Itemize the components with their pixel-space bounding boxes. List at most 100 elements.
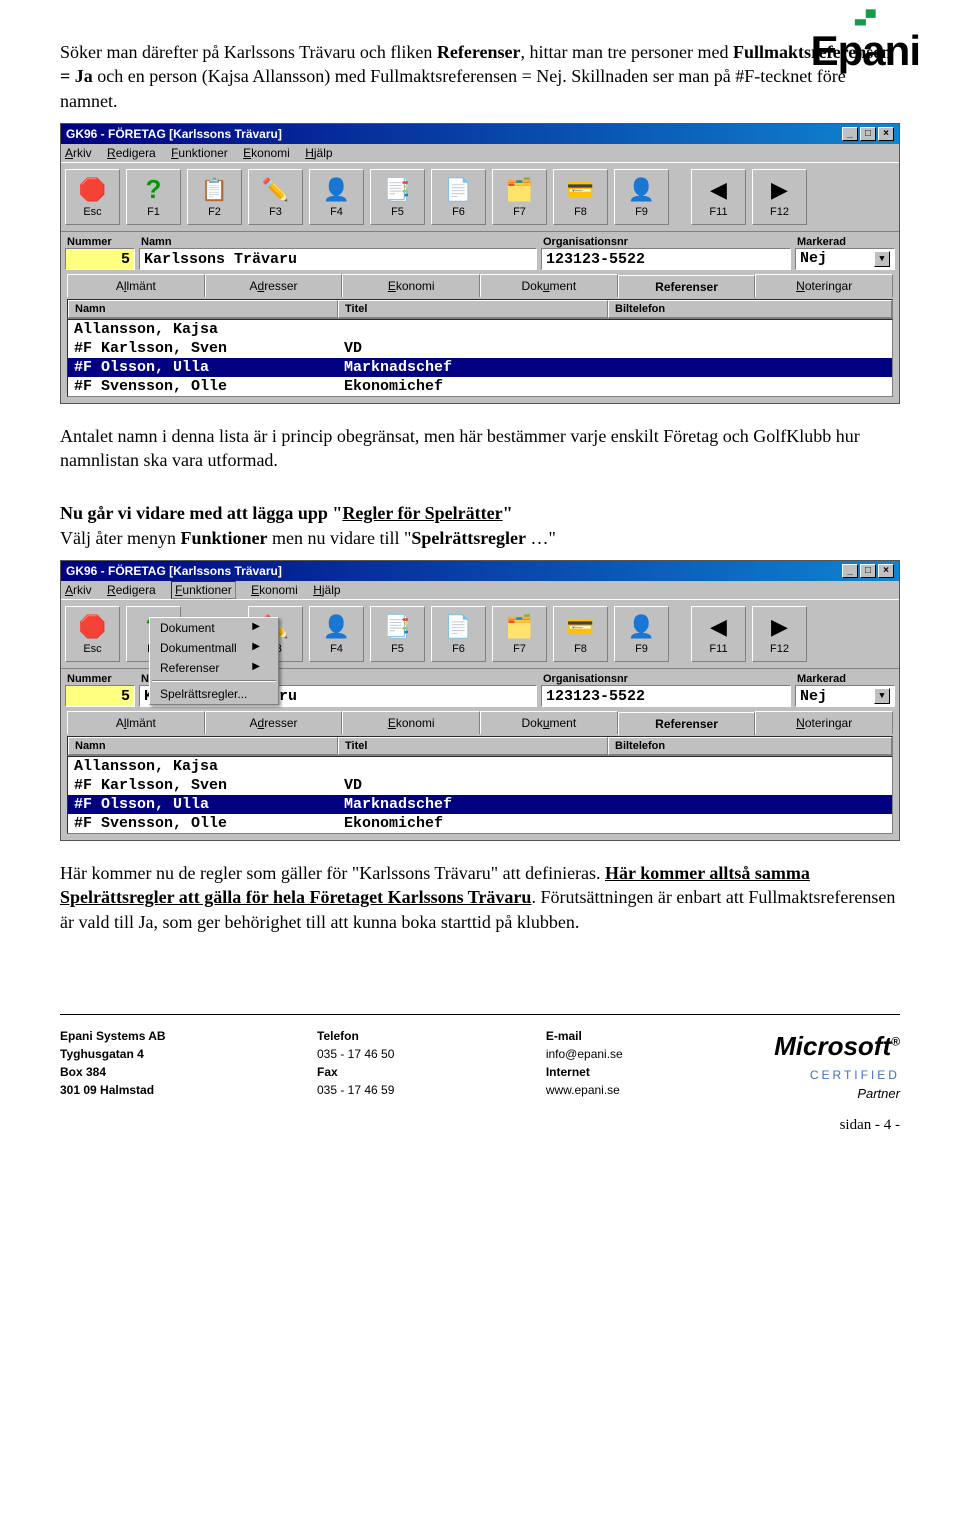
org-input[interactable]: 123123-5522 <box>541 685 791 707</box>
nummer-input[interactable]: 5 <box>65 685 135 707</box>
app-window-1: GK96 - FÖRETAG [Karlssons Trävaru] _ □ ×… <box>60 123 900 404</box>
tabs: Allmänt Adresser Ekonomi Dokument Refere… <box>61 711 899 734</box>
logo-mark: ▃▀ <box>811 10 920 27</box>
tbtn-f5[interactable]: 📑F5 <box>370 169 425 225</box>
menu-hjalp[interactable]: Hjälp <box>313 583 340 597</box>
table-row[interactable]: #F Karlsson, SvenVD <box>68 339 892 358</box>
tbtn-f7[interactable]: 🗂️F7 <box>492 169 547 225</box>
menu-arkiv[interactable]: Arkiv <box>65 583 92 597</box>
mid-paragraph-1: Antalet namn i denna lista är i princip … <box>60 424 900 473</box>
person-icon: 👤 <box>323 176 351 204</box>
tbtn-f8[interactable]: 💳F8 <box>553 169 608 225</box>
tbtn-f1[interactable]: ?F1 <box>126 169 181 225</box>
table-row-selected[interactable]: #F Olsson, UllaMarknadschef <box>68 795 892 814</box>
tbtn-f5[interactable]: 📑F5 <box>370 606 425 662</box>
brand-logo: ▃▀ Epani <box>811 10 920 75</box>
list-body[interactable]: Allansson, Kajsa #F Karlsson, SvenVD #F … <box>67 756 893 834</box>
nummer-input[interactable]: 5 <box>65 248 135 270</box>
menu-funktioner-open[interactable]: Funktioner <box>171 581 236 599</box>
tbtn-f6[interactable]: 📄F6 <box>431 169 486 225</box>
close-button[interactable]: × <box>878 564 894 578</box>
col-titel[interactable]: Titel <box>338 300 608 318</box>
tab-dokument[interactable]: Dokument <box>480 711 618 734</box>
col-namn[interactable]: Namn <box>68 300 338 318</box>
menu-arkiv[interactable]: Arkiv <box>65 146 92 160</box>
menubar[interactable]: Arkiv Redigera Funktioner Ekonomi Hjälp <box>61 144 899 162</box>
close-button[interactable]: × <box>878 127 894 141</box>
menu-redigera[interactable]: Redigera <box>107 146 156 160</box>
list-icon: 🗂️ <box>506 613 534 641</box>
table-row[interactable]: #F Svensson, OlleEkonomichef <box>68 814 892 833</box>
menu-hjalp[interactable]: Hjälp <box>305 146 332 160</box>
col-namn[interactable]: Namn <box>68 737 338 755</box>
tbtn-f7[interactable]: 🗂️F7 <box>492 606 547 662</box>
menu-ekonomi[interactable]: Ekonomi <box>251 583 298 597</box>
tbtn-f12[interactable]: ▶F12 <box>752 169 807 225</box>
footer-ms-logo: Microsoft® CERTIFIED Partner <box>774 1027 900 1104</box>
dropdown-item-spelrattsregler[interactable]: Spelrättsregler... <box>150 684 278 704</box>
form-icon: 📑 <box>384 176 412 204</box>
tab-ekonomi[interactable]: Ekonomi <box>342 274 480 297</box>
tbtn-esc[interactable]: 🛑Esc <box>65 169 120 225</box>
col-titel[interactable]: Titel <box>338 737 608 755</box>
tab-allmant[interactable]: Allmänt <box>67 274 205 297</box>
org-label: Organisationsnr <box>541 673 791 685</box>
window-title: GK96 - FÖRETAG [Karlssons Trävaru] <box>66 127 282 141</box>
tbtn-f4[interactable]: 👤F4 <box>309 169 364 225</box>
markerad-label: Markerad <box>795 236 895 248</box>
tbtn-f9[interactable]: 👤F9 <box>614 169 669 225</box>
tab-allmant[interactable]: Allmänt <box>67 711 205 734</box>
tbtn-f2[interactable]: 📋F2 <box>187 169 242 225</box>
table-row[interactable]: #F Svensson, OlleEkonomichef <box>68 377 892 396</box>
tab-adresser[interactable]: Adresser <box>205 711 343 734</box>
table-row[interactable]: Allansson, Kajsa <box>68 320 892 339</box>
markerad-select[interactable]: Nej▼ <box>795 248 895 270</box>
list-body[interactable]: Allansson, Kajsa #F Karlsson, SvenVD #F … <box>67 319 893 397</box>
person-icon: 👤 <box>323 613 351 641</box>
tbtn-f12[interactable]: ▶F12 <box>752 606 807 662</box>
dropdown-item-dokument[interactable]: Dokument▶ <box>150 618 278 638</box>
submenu-arrow-icon: ▶ <box>252 661 260 675</box>
tbtn-f11[interactable]: ◀F11 <box>691 169 746 225</box>
menu-redigera[interactable]: Redigera <box>107 583 156 597</box>
personedit-icon: 👤 <box>628 176 656 204</box>
menubar[interactable]: Arkiv Redigera Funktioner Ekonomi Hjälp <box>61 581 899 599</box>
titlebar: GK96 - FÖRETAG [Karlssons Trävaru] _ □ × <box>61 561 899 581</box>
tbtn-f3[interactable]: ✏️F3 <box>248 169 303 225</box>
tab-referenser[interactable]: Referenser <box>618 712 756 735</box>
chevron-down-icon: ▼ <box>874 251 890 267</box>
tbtn-f11[interactable]: ◀F11 <box>691 606 746 662</box>
markerad-select[interactable]: Nej▼ <box>795 685 895 707</box>
menu-ekonomi[interactable]: Ekonomi <box>243 146 290 160</box>
dropdown-item-dokumentmall[interactable]: Dokumentmall▶ <box>150 638 278 658</box>
table-row[interactable]: #F Karlsson, SvenVD <box>68 776 892 795</box>
titlebar: GK96 - FÖRETAG [Karlssons Trävaru] _ □ × <box>61 124 899 144</box>
table-row[interactable]: Allansson, Kajsa <box>68 757 892 776</box>
app-window-2: GK96 - FÖRETAG [Karlssons Trävaru] _ □ ×… <box>60 560 900 841</box>
namn-input[interactable]: Karlssons Trävaru <box>139 248 537 270</box>
tbtn-f6[interactable]: 📄F6 <box>431 606 486 662</box>
tab-dokument[interactable]: Dokument <box>480 274 618 297</box>
minimize-button[interactable]: _ <box>842 127 858 141</box>
col-biltelefon[interactable]: Biltelefon <box>608 300 892 318</box>
minimize-button[interactable]: _ <box>842 564 858 578</box>
tbtn-f4[interactable]: 👤F4 <box>309 606 364 662</box>
tabs: Allmänt Adresser Ekonomi Dokument Refere… <box>61 274 899 297</box>
card-icon: 💳 <box>567 613 595 641</box>
tbtn-esc[interactable]: 🛑Esc <box>65 606 120 662</box>
tab-ekonomi[interactable]: Ekonomi <box>342 711 480 734</box>
dropdown-item-referenser[interactable]: Referenser▶ <box>150 658 278 678</box>
tab-referenser[interactable]: Referenser <box>618 275 756 298</box>
tab-adresser[interactable]: Adresser <box>205 274 343 297</box>
org-input[interactable]: 123123-5522 <box>541 248 791 270</box>
table-row-selected[interactable]: #F Olsson, UllaMarknadschef <box>68 358 892 377</box>
footer-phone: Telefon 035 - 17 46 50 Fax 035 - 17 46 5… <box>317 1027 394 1104</box>
col-biltelefon[interactable]: Biltelefon <box>608 737 892 755</box>
menu-funktioner[interactable]: Funktioner <box>171 146 228 160</box>
maximize-button[interactable]: □ <box>860 564 876 578</box>
maximize-button[interactable]: □ <box>860 127 876 141</box>
tbtn-f8[interactable]: 💳F8 <box>553 606 608 662</box>
tab-noteringar[interactable]: Noteringar <box>755 274 893 297</box>
tbtn-f9[interactable]: 👤F9 <box>614 606 669 662</box>
tab-noteringar[interactable]: Noteringar <box>755 711 893 734</box>
